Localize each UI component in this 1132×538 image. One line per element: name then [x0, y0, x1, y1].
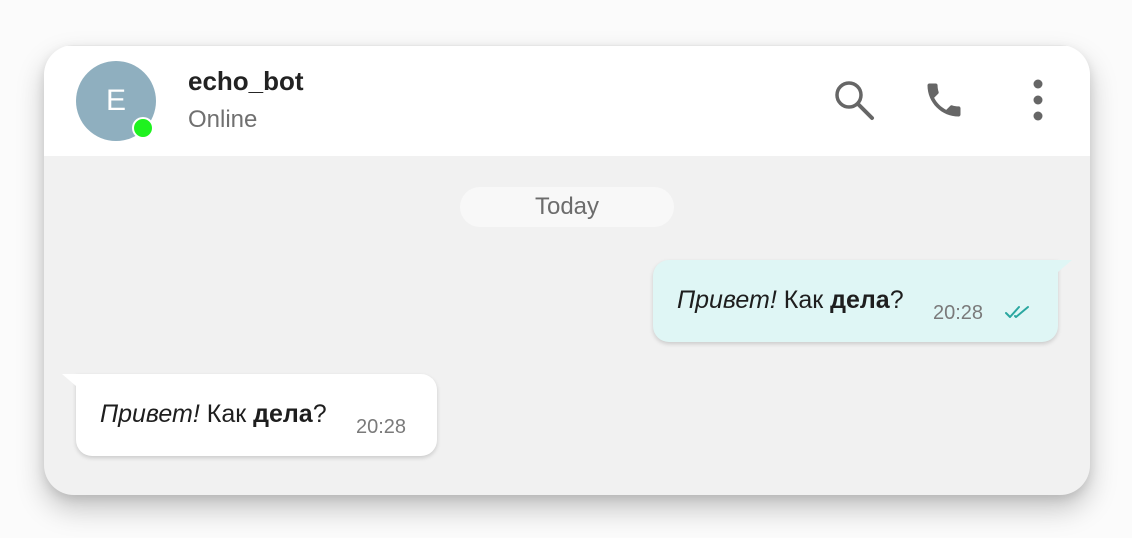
- bubble-tail: [1058, 260, 1072, 272]
- message-outgoing[interactable]: Привет! Как дела? 20:28: [653, 260, 1072, 342]
- message-text-end: ?: [889, 286, 904, 314]
- bubble-tail: [62, 374, 76, 386]
- more-options-button[interactable]: [1014, 76, 1062, 124]
- message-text-italic: Привет!: [100, 400, 200, 428]
- search-button[interactable]: [830, 76, 878, 124]
- contact-status: Online: [188, 106, 258, 133]
- online-status-dot: [132, 117, 154, 139]
- avatar-initial: E: [105, 84, 126, 117]
- message-text-bold: дела: [253, 400, 313, 428]
- message-text: Привет! Как дела?: [677, 286, 904, 315]
- search-icon: [835, 81, 874, 120]
- contact-name[interactable]: echo_bot: [188, 66, 304, 97]
- double-check-icon: [1005, 306, 1029, 318]
- message-text-end: ?: [312, 400, 327, 428]
- more-vertical-icon: [1033, 79, 1043, 121]
- message-time: 20:28: [933, 302, 984, 324]
- call-button[interactable]: [920, 76, 968, 124]
- date-separator: Today: [460, 187, 674, 227]
- phone-icon: [927, 83, 961, 117]
- message-incoming[interactable]: Привет! Как дела? 20:28: [62, 374, 437, 456]
- chat-window: E echo_bot Online Today Привет! Как дела…: [44, 45, 1090, 495]
- message-text-italic: Привет!: [677, 286, 777, 314]
- message-text-bold: дела: [830, 286, 890, 314]
- message-text-plain: Как: [776, 286, 831, 314]
- message-text-plain: Как: [199, 400, 254, 428]
- message-text: Привет! Как дела?: [100, 400, 327, 429]
- chat-header: E echo_bot Online: [44, 45, 1090, 156]
- message-time: 20:28: [356, 416, 407, 438]
